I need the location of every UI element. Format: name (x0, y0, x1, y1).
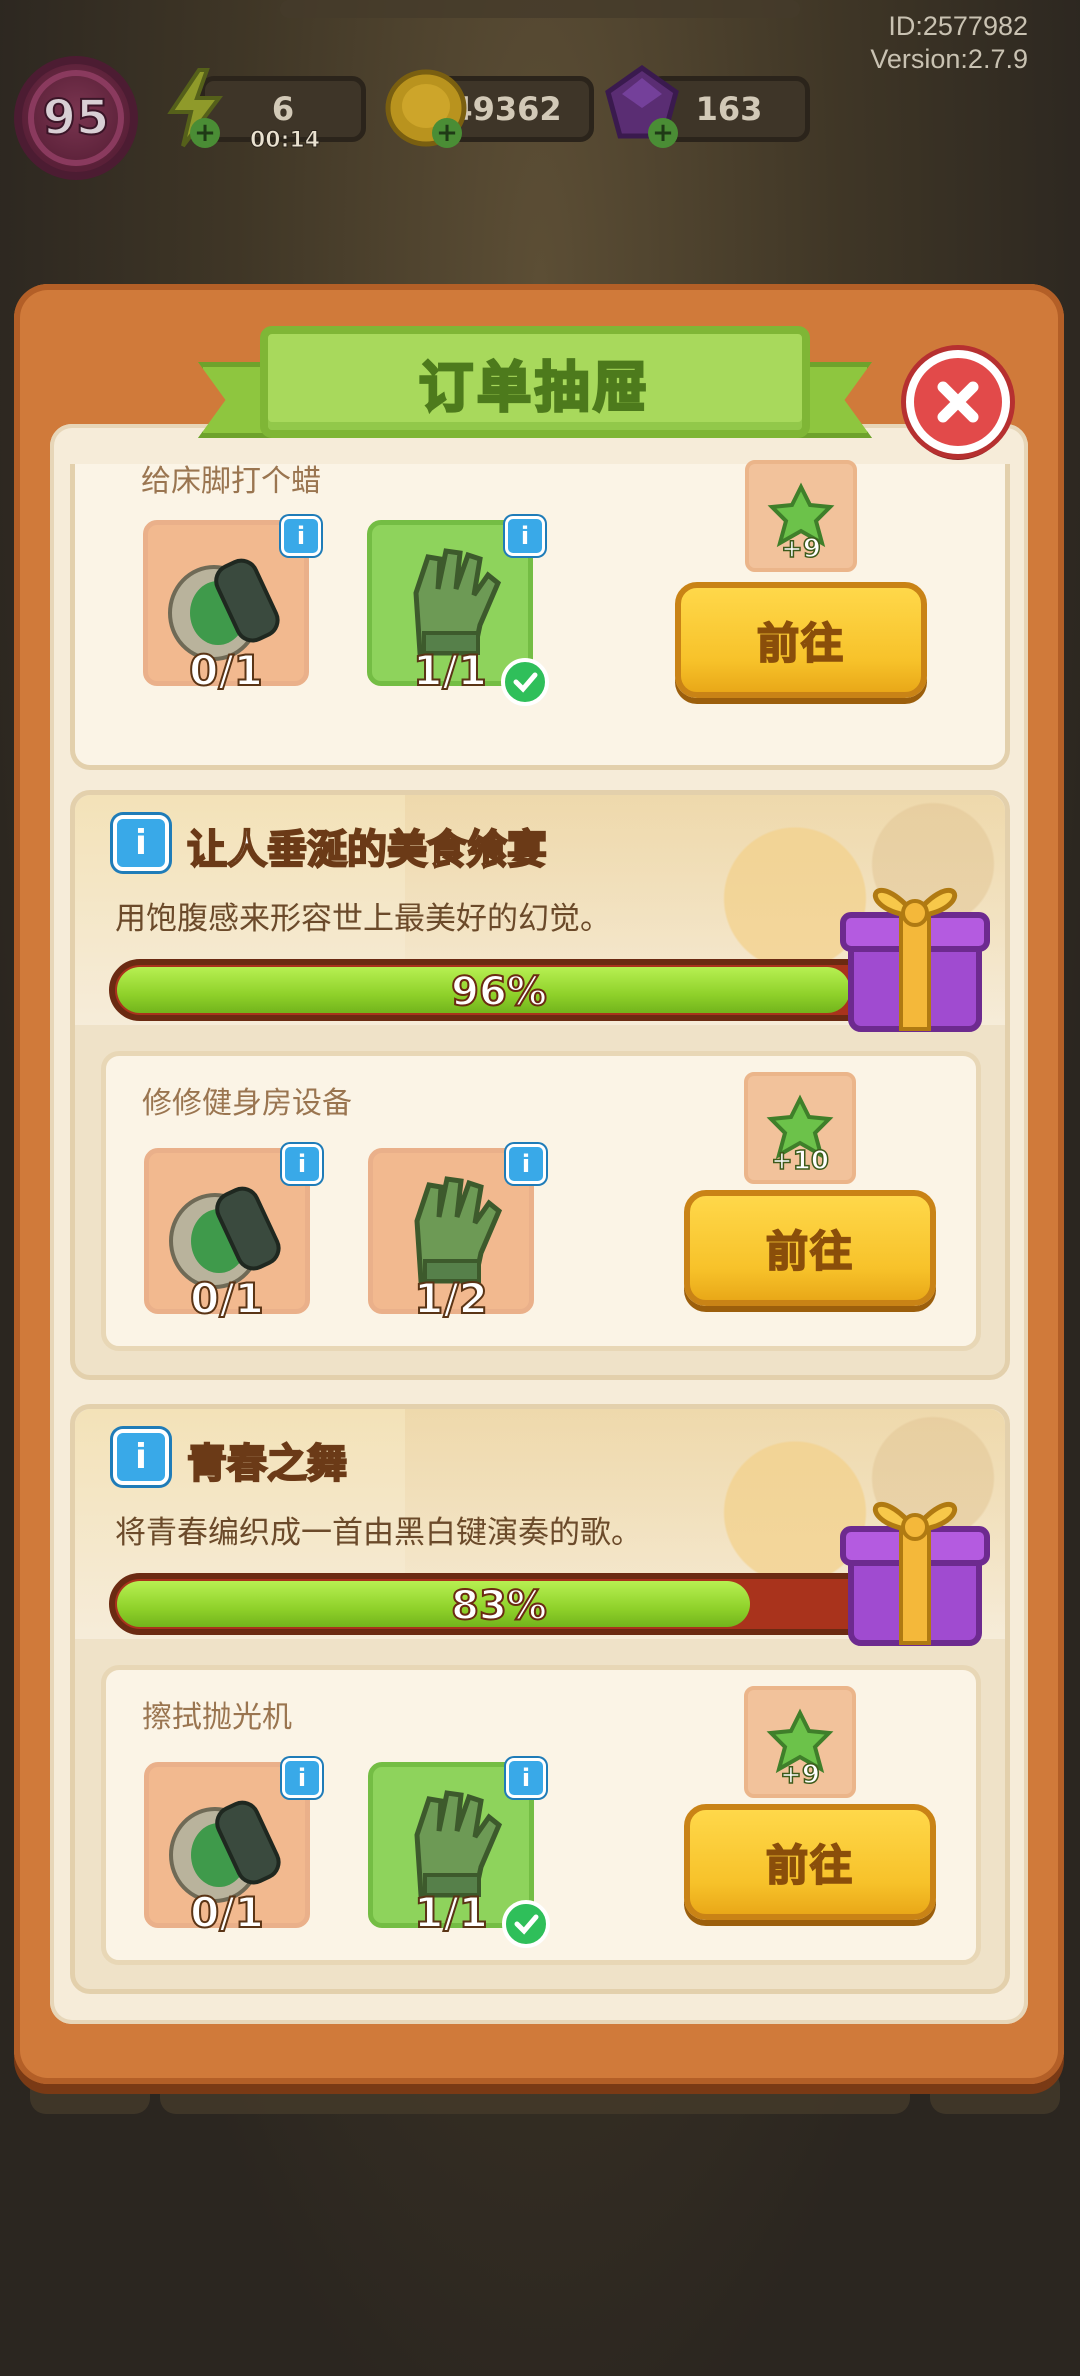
reward-value: +9 (779, 1759, 820, 1791)
gem-add-button[interactable]: + (648, 118, 678, 148)
order-progress-bar: 83% (109, 1573, 889, 1635)
reward-box: +10 (744, 1072, 856, 1184)
item-info-button[interactable]: i (282, 1758, 322, 1798)
go-button[interactable]: 前往 (675, 582, 927, 698)
item-count: 0/1 (188, 645, 264, 696)
go-button-label: 前往 (756, 618, 845, 669)
go-button[interactable]: 前往 (684, 1190, 936, 1306)
user-id-label: ID:2577982 (888, 11, 1028, 41)
coin-add-button[interactable]: + (432, 118, 462, 148)
check-icon (502, 1900, 550, 1948)
reward-box: +9 (745, 460, 857, 572)
order-section: i 青春之舞 将青春编织成一首由黑白键演奏的歌。 83% 擦拭抛光机 i 0/1… (70, 1404, 1010, 1994)
item-info-button[interactable]: i (506, 1758, 546, 1798)
item-count: 0/1 (189, 1887, 265, 1938)
task-name: 擦拭抛光机 (142, 1700, 292, 1735)
order-description: 将青春编织成一首由黑白键演奏的歌。 (115, 1515, 642, 1551)
task-name: 给床脚打个蜡 (141, 464, 321, 499)
gem-value: 163 (695, 90, 763, 128)
item-info-button[interactable]: i (282, 1144, 322, 1184)
level-value: 95 (42, 89, 111, 147)
order-info-button[interactable]: i (113, 815, 169, 871)
task-card: 修修健身房设备 i 0/1 i 1/2 +10 前往 (101, 1051, 981, 1351)
item-count: 0/1 (189, 1273, 265, 1324)
order-description: 用饱腹感来形容世上最美好的幻觉。 (115, 901, 611, 937)
level-badge[interactable]: 95 (14, 56, 138, 180)
item-info-button[interactable]: i (506, 1144, 546, 1184)
title-banner: 订单抽屉 (198, 326, 872, 438)
gift-box-icon[interactable] (835, 1479, 995, 1653)
close-icon (937, 381, 979, 423)
task-name: 修修健身房设备 (142, 1086, 352, 1121)
go-button-label: 前往 (765, 1840, 854, 1891)
panel-title: 订单抽屉 (418, 354, 651, 420)
reward-box: +9 (744, 1686, 856, 1798)
item-count: 1/2 (413, 1273, 489, 1324)
reward-value: +10 (770, 1145, 829, 1177)
order-progress-bar: 96% (109, 959, 889, 1021)
close-button[interactable] (906, 350, 1010, 454)
go-button-label: 前往 (765, 1226, 854, 1277)
order-section-partial: 给床脚打个蜡 i 0/1 i 1/1 +9 前往 (70, 460, 1010, 770)
item-info-button[interactable]: i (281, 516, 321, 556)
order-title: 青春之舞 (186, 1440, 348, 1488)
order-section: i 让人垂涎的美食飨宴 用饱腹感来形容世上最美好的幻觉。 96% 修修健身房设备… (70, 790, 1010, 1380)
energy-add-button[interactable]: + (190, 118, 220, 148)
energy-timer: 00:14 (249, 128, 321, 154)
reward-value: +9 (780, 533, 821, 565)
go-button[interactable]: 前往 (684, 1804, 936, 1920)
progress-label: 83% (450, 1582, 548, 1629)
task-card: 擦拭抛光机 i 0/1 i 1/1 +9 前往 (101, 1665, 981, 1965)
build-info: ID:2577982 Version:2.7.9 (870, 10, 1028, 76)
order-title: 让人垂涎的美食飨宴 (186, 826, 548, 874)
check-icon (501, 658, 549, 706)
version-label: Version:2.7.9 (870, 44, 1028, 74)
energy-value: 6 (271, 90, 295, 128)
item-info-button[interactable]: i (505, 516, 545, 556)
gift-box-icon[interactable] (835, 865, 995, 1039)
order-info-button[interactable]: i (113, 1429, 169, 1485)
progress-label: 96% (450, 968, 548, 1015)
